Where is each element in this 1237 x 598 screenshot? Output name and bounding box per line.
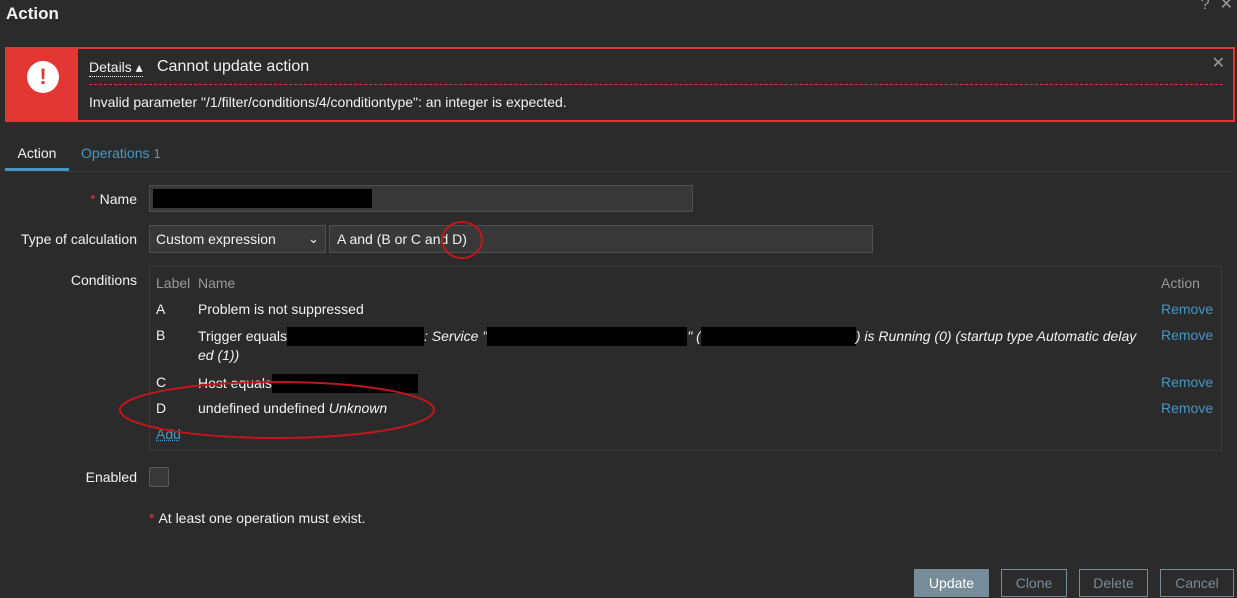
row-b-name: Trigger equals: Service " " () is Running… bbox=[198, 327, 1137, 346]
row-b-name-wrap: ed (1)) bbox=[198, 347, 240, 363]
help-icon[interactable]: ? bbox=[1201, 0, 1210, 13]
row-c-label: C bbox=[156, 374, 167, 390]
close-icon[interactable]: ✕ bbox=[1220, 0, 1233, 13]
name-label: * Name bbox=[90, 191, 137, 207]
name-input[interactable] bbox=[149, 185, 693, 212]
update-button[interactable]: Update bbox=[914, 569, 989, 597]
row-d-remove-link[interactable]: Remove bbox=[1161, 400, 1213, 416]
tab-divider bbox=[5, 171, 1232, 172]
dialog-title: Action bbox=[6, 4, 59, 23]
row-d-name: undefined undefined Unknown bbox=[198, 400, 388, 416]
error-close-icon[interactable]: ✕ bbox=[1212, 53, 1225, 73]
row-b-remove-link[interactable]: Remove bbox=[1161, 327, 1213, 343]
redacted-host bbox=[271, 374, 418, 393]
tab-operations[interactable]: Operations 1 bbox=[81, 140, 161, 167]
chevron-down-icon: ⌄ bbox=[308, 231, 319, 246]
row-c-remove-link[interactable]: Remove bbox=[1161, 374, 1213, 390]
formula-input[interactable]: A and (B or C and D) bbox=[329, 225, 873, 253]
row-b-label: B bbox=[156, 327, 166, 343]
cancel-button[interactable]: Cancel bbox=[1160, 569, 1234, 597]
col-header-action: Action bbox=[1161, 275, 1200, 291]
calc-type-label: Type of calculation bbox=[21, 231, 137, 247]
operation-required-note: * At least one operation must exist. bbox=[149, 510, 366, 526]
error-side-panel: ! bbox=[7, 49, 78, 120]
redacted-service bbox=[487, 327, 688, 346]
enabled-label: Enabled bbox=[85, 469, 137, 485]
add-condition-link[interactable]: Add bbox=[156, 426, 181, 442]
redacted-service-name bbox=[700, 327, 856, 346]
enabled-checkbox[interactable] bbox=[149, 467, 169, 487]
redacted-name bbox=[153, 189, 372, 208]
row-c-name: Host equals bbox=[198, 374, 418, 393]
error-divider bbox=[89, 84, 1223, 85]
tab-operations-label: Operations bbox=[81, 145, 150, 161]
delete-button[interactable]: Delete bbox=[1079, 569, 1148, 597]
col-header-name: Name bbox=[198, 275, 236, 291]
conditions-table bbox=[149, 266, 1222, 451]
col-header-label: Label bbox=[156, 275, 191, 291]
details-toggle[interactable]: Details ▴ bbox=[89, 59, 143, 77]
row-a-name: Problem is not suppressed bbox=[198, 301, 364, 317]
header-icons: ? ✕ bbox=[1191, 0, 1233, 14]
clone-button[interactable]: Clone bbox=[1001, 569, 1067, 597]
tab-action[interactable]: Action bbox=[5, 140, 69, 171]
error-icon: ! bbox=[27, 61, 59, 93]
error-message-box: ! Details ▴ Cannot update action Invalid… bbox=[5, 47, 1235, 122]
conditions-label: Conditions bbox=[70, 272, 137, 288]
row-d-label: D bbox=[156, 400, 167, 416]
error-detail-message: Invalid parameter "/1/filter/conditions/… bbox=[89, 94, 567, 110]
row-a-label: A bbox=[156, 301, 166, 317]
tab-operations-count: 1 bbox=[153, 146, 161, 161]
error-title: Cannot update action bbox=[157, 58, 310, 75]
redacted-trigger-host bbox=[286, 327, 424, 346]
calc-type-select[interactable]: Custom expression ⌄ bbox=[149, 225, 326, 253]
row-a-remove-link[interactable]: Remove bbox=[1161, 301, 1213, 317]
